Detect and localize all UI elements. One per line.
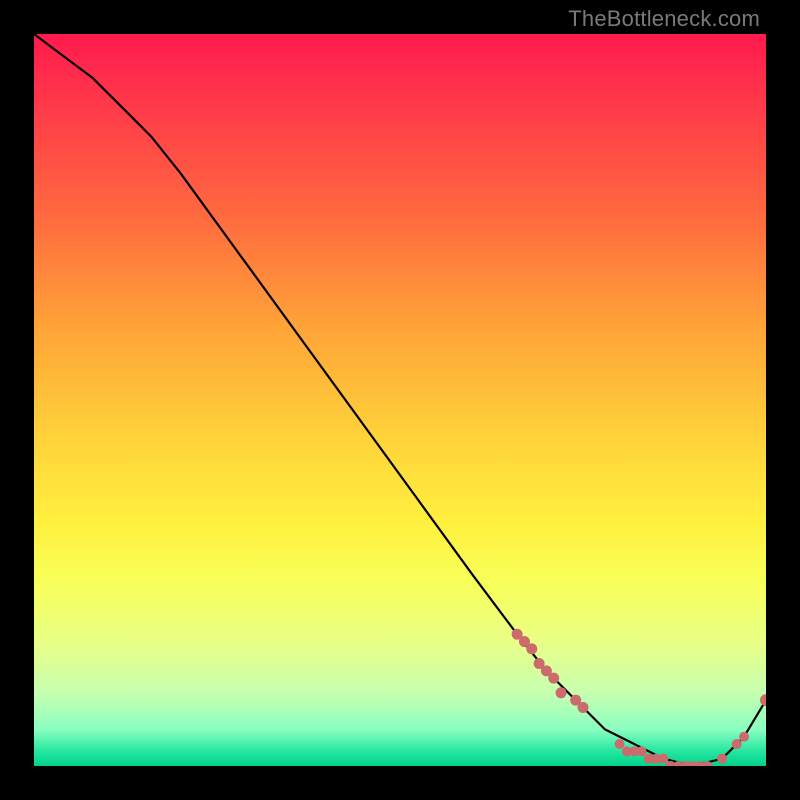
watermark-text: TheBottleneck.com: [568, 6, 760, 32]
data-point: [760, 694, 766, 706]
data-point: [732, 739, 742, 749]
data-point: [739, 732, 749, 742]
data-point-end: [760, 694, 766, 706]
data-point: [578, 702, 589, 713]
data-point: [556, 687, 567, 698]
plot-area: [34, 34, 766, 766]
data-point: [717, 754, 727, 764]
data-points-valley: [615, 732, 749, 766]
data-point: [637, 746, 647, 756]
data-point: [659, 754, 669, 764]
data-point: [615, 739, 625, 749]
curve-svg: [34, 34, 766, 766]
data-point: [526, 643, 537, 654]
data-points-upper: [512, 629, 589, 713]
bottleneck-curve: [34, 34, 766, 766]
data-point: [548, 673, 559, 684]
chart-stage: TheBottleneck.com: [0, 0, 800, 800]
